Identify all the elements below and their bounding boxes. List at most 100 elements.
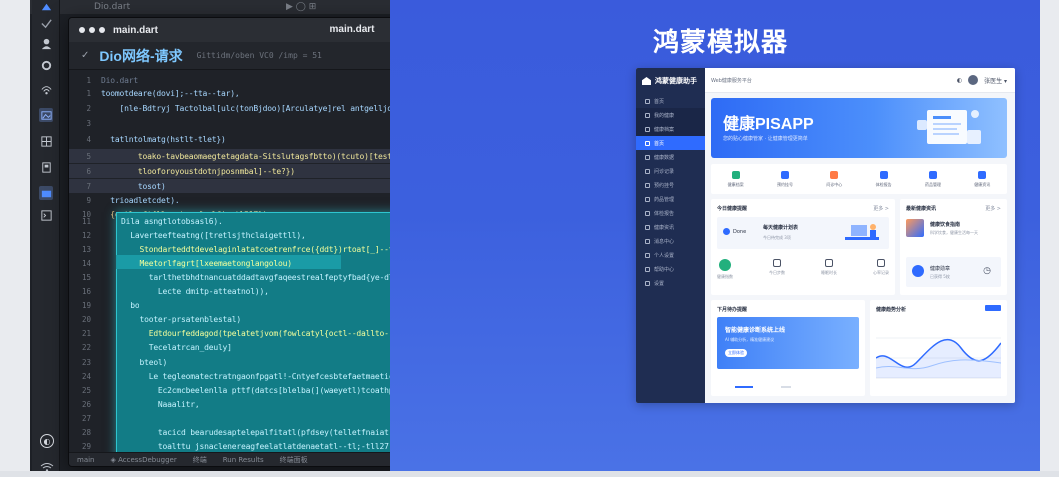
- sidebar-menu-item[interactable]: 首页: [636, 136, 705, 150]
- user-menu[interactable]: 张医生 ▾: [984, 76, 1007, 85]
- sidebar-menu-item[interactable]: 健康资讯: [636, 220, 705, 234]
- quick-action-label: 问诊中心: [826, 181, 843, 187]
- sidebar-menu-item[interactable]: 设置: [636, 276, 705, 290]
- user-icon[interactable]: [39, 36, 53, 50]
- menu-icon: [645, 126, 650, 132]
- quick-action[interactable]: 健康资讯: [974, 170, 991, 188]
- file-tab[interactable]: main.dart: [113, 25, 158, 36]
- quick-action-label: 体检报告: [875, 181, 892, 187]
- bg-tab[interactable]: Dio.dart: [94, 2, 130, 12]
- chevron-down-icon[interactable]: ✓: [81, 50, 89, 61]
- sidebar-menu-item[interactable]: 药品管理: [636, 192, 705, 206]
- more-link[interactable]: 更多 >: [985, 205, 1001, 212]
- quick-action[interactable]: 问诊中心: [826, 170, 843, 188]
- window-dots[interactable]: [79, 27, 105, 33]
- status-item[interactable]: 终端面板: [280, 455, 308, 465]
- menu-label: 健康数据: [654, 154, 675, 161]
- news-sub: 科学饮食，健康生活每一天: [930, 230, 978, 235]
- more-link[interactable]: 更多 >: [873, 205, 889, 212]
- sidebar-menu-item[interactable]: 健康档案: [636, 122, 705, 136]
- sidebar-menu-item[interactable]: 问诊记录: [636, 164, 705, 178]
- status-item[interactable]: 终端: [193, 455, 207, 465]
- app-logo-text: 鸿蒙健康助手: [655, 78, 697, 85]
- quick-action[interactable]: 体检报告: [875, 170, 892, 188]
- line-number: 16: [81, 287, 91, 296]
- sidebar-menu-item[interactable]: 首页: [636, 94, 705, 108]
- quick-action-icon: [780, 170, 789, 179]
- quick-action-label: 健康资讯: [974, 181, 991, 187]
- sidebar-menu-item[interactable]: 帮助中心: [636, 262, 705, 276]
- line-number: 23: [81, 357, 91, 367]
- quick-action-label: 健康档案: [727, 181, 744, 187]
- line-number: 20: [81, 315, 91, 325]
- quick-action-icon: [978, 170, 987, 179]
- status-item[interactable]: main: [77, 456, 95, 464]
- stat-item[interactable]: 心率记录: [873, 259, 889, 289]
- card-title: 最新健康资讯: [906, 206, 937, 212]
- sidebar-menu-item[interactable]: 我的健康: [636, 108, 705, 122]
- badge-sub: 已获得 5枚: [930, 274, 950, 279]
- app-window: 鸿蒙健康助手 首页 我的健康 健康档案 首页 健康数据 问诊记录 预约挂号 药品管理 体检报告健…: [636, 68, 1015, 403]
- badge-item[interactable]: 健康勋章 已获得 5枚 ◷: [906, 257, 1001, 287]
- sidebar-menu-item[interactable]: 体检报告: [636, 206, 705, 220]
- line-number: 27: [81, 413, 91, 423]
- promo-button[interactable]: 立即体验: [725, 349, 747, 357]
- menu-icon: [645, 252, 650, 258]
- logo-icon[interactable]: [39, 0, 53, 14]
- folder-icon[interactable]: [39, 186, 53, 200]
- quick-action[interactable]: 预约挂号: [777, 170, 793, 188]
- medal-icon: [912, 265, 924, 277]
- news-item[interactable]: 健康饮食指南 科学饮食，健康生活每一天: [906, 217, 1001, 247]
- stat-item[interactable]: 今日步数: [769, 259, 785, 289]
- grid-icon[interactable]: [39, 134, 53, 148]
- profile-circle-icon[interactable]: ◐: [40, 434, 54, 448]
- line-number: 15: [81, 272, 91, 282]
- line-number: 21: [81, 329, 91, 339]
- stat-label: 心率记录: [873, 270, 889, 275]
- app-logo[interactable]: 鸿蒙健康助手: [636, 68, 705, 94]
- carousel-indicator[interactable]: [781, 386, 791, 388]
- promo-banner[interactable]: 智能健康诊断系统上线 AI 辅助分析，精准健康建议 立即体验: [717, 317, 859, 369]
- quick-action-icon: [928, 170, 937, 179]
- avatar[interactable]: [968, 75, 979, 85]
- tag-badge[interactable]: [985, 305, 1001, 311]
- line-number: 1: [86, 75, 91, 85]
- quick-action[interactable]: 药品管理: [925, 170, 941, 188]
- theme-icon[interactable]: ◐: [957, 77, 962, 84]
- stat-item[interactable]: 健康指数: [717, 259, 733, 289]
- bg-tab-controls[interactable]: ▶ ◯ ⊞: [286, 2, 316, 12]
- app-header: Web健康服务平台 ◐ 张医生 ▾: [705, 68, 1015, 93]
- line-number: 2: [86, 103, 91, 113]
- gear-icon[interactable]: [39, 58, 53, 72]
- status-item[interactable]: ◈ AccessDebugger: [111, 456, 177, 464]
- code-text: trioadletcdet).: [101, 195, 180, 205]
- sidebar-menu-item[interactable]: 健康数据: [636, 150, 705, 164]
- menu-label: 健康资讯: [654, 224, 675, 231]
- hero-banner[interactable]: 健康PISAPP 您的贴心健康管家 · 让健康管理更简单: [711, 98, 1007, 158]
- status-dot: [723, 228, 730, 235]
- signal-icon[interactable]: [39, 82, 53, 96]
- carousel-indicator[interactable]: [735, 386, 753, 388]
- status-item[interactable]: Run Results: [223, 456, 264, 464]
- stat-item[interactable]: 睡眠时长: [821, 259, 837, 289]
- code-text: tlooforoyoustdotnjposnmbal]--te?}): [101, 166, 295, 176]
- sidebar-menu-item[interactable]: 预约挂号: [636, 178, 705, 192]
- device-icon[interactable]: [39, 160, 53, 174]
- image-icon[interactable]: [39, 108, 53, 122]
- dot-icon[interactable]: [89, 27, 95, 33]
- quick-action[interactable]: 健康档案: [727, 170, 744, 188]
- clock-icon[interactable]: ◷: [983, 266, 991, 276]
- sidebar-menu-item[interactable]: 个人设置: [636, 248, 705, 262]
- line-number: 28: [81, 428, 91, 437]
- code-text: Dio.dart: [101, 75, 138, 85]
- dot-icon[interactable]: [99, 27, 105, 33]
- menu-label: 设置: [654, 280, 665, 287]
- terminal-icon[interactable]: [39, 208, 53, 222]
- check-icon[interactable]: [39, 16, 53, 30]
- dot-icon[interactable]: [79, 27, 85, 33]
- code-text: toomotdeare(dovi];--tta--tar),: [101, 88, 240, 98]
- menu-icon: [645, 182, 650, 188]
- plan-item[interactable]: Done 每天健康计划表 今日待完成 3项: [717, 217, 889, 249]
- simulator-title: 鸿蒙模拟器: [653, 27, 789, 57]
- sidebar-menu-item[interactable]: 消息中心: [636, 234, 705, 248]
